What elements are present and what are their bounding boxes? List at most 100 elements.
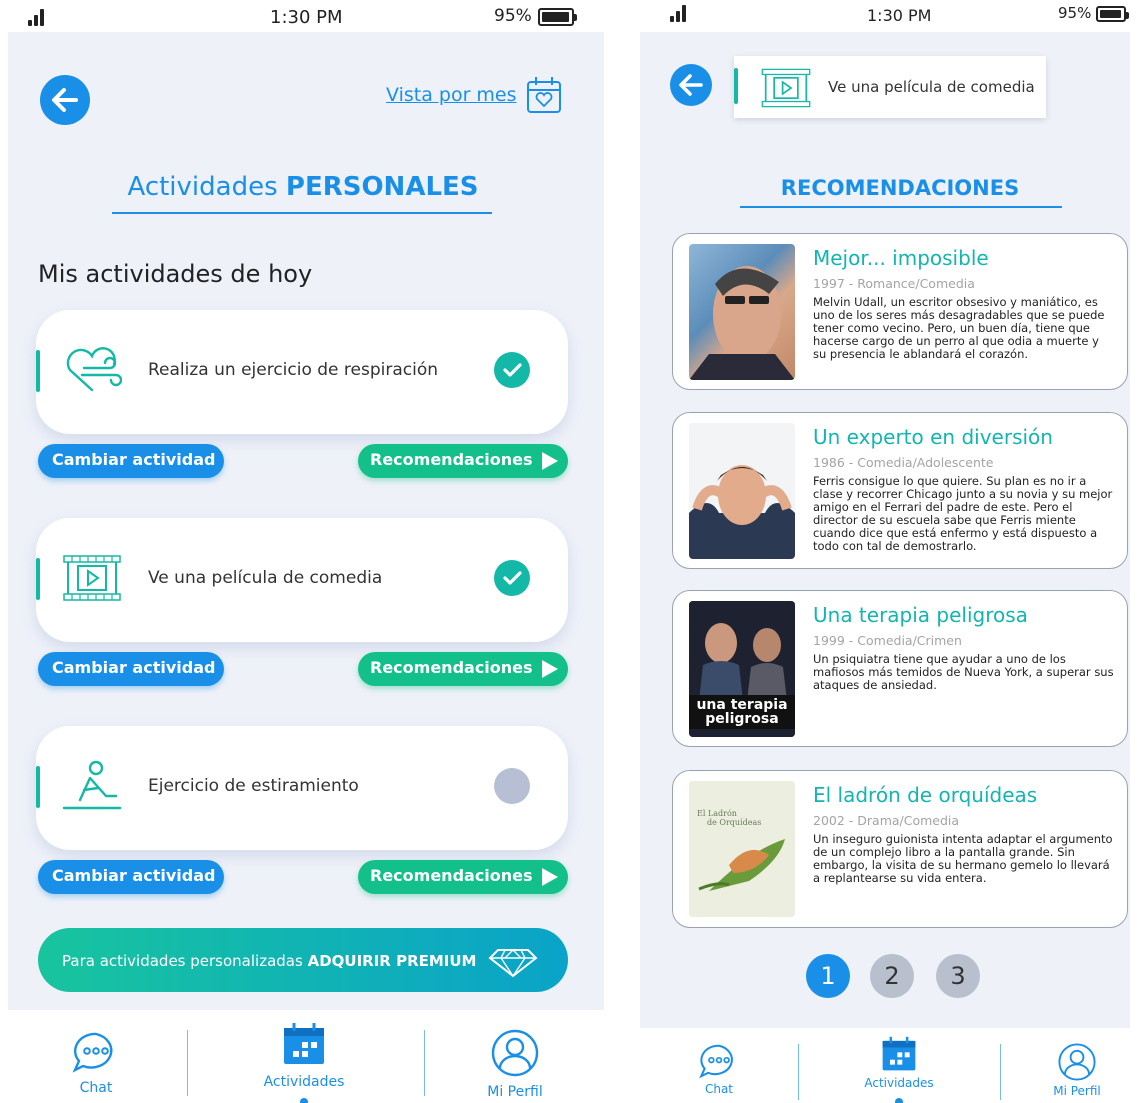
movie-card[interactable]: El Ladrón de Orquídeas El ladrón de orqu… [672, 770, 1128, 928]
card-accent [734, 68, 738, 104]
status-time: 1:30 PM [270, 7, 343, 28]
nav-profile[interactable]: Mi Perfil [1040, 1042, 1114, 1098]
battery-percent: 95% [494, 6, 532, 26]
activity-label: Realiza un ejercicio de respiración [148, 360, 439, 380]
current-activity-card: Ve una película de comedia [734, 56, 1046, 118]
status-time: 1:30 PM [867, 6, 932, 25]
movie-title: Un experto en diversión [813, 425, 1053, 449]
page-2-button[interactable]: 2 [870, 954, 914, 998]
signal-icon [670, 4, 694, 22]
recommendations-button[interactable]: Recomendaciones [358, 444, 568, 478]
nav-chat[interactable]: Chat [56, 1030, 136, 1096]
page-1-button[interactable]: 1 [806, 954, 850, 998]
recommendations-label: Recomendaciones [370, 866, 533, 885]
movie-card[interactable]: Un experto en diversión 1986 - Comedia/A… [672, 412, 1128, 569]
movie-poster [689, 244, 795, 380]
activity-card[interactable]: Ejercicio de estiramiento [36, 726, 568, 850]
activity-label: Ejercicio de estiramiento [148, 776, 359, 796]
status-bar: 1:30 PM 95% [632, 0, 1138, 32]
card-accent [36, 558, 40, 600]
title-underline [740, 206, 1062, 208]
page-title: RECOMENDACIONES [780, 176, 1020, 200]
nav-activities[interactable]: Actividades [854, 1036, 944, 1103]
status-bar: 1:30 PM 95% [0, 0, 614, 32]
change-activity-button[interactable]: Cambiar actividad [38, 652, 224, 686]
film-icon [63, 555, 121, 601]
poster-caption-line1: El Ladrón [697, 809, 737, 818]
nav-chat[interactable]: Chat [694, 1042, 744, 1096]
premium-cta: ADQUIRIR PREMIUM [307, 952, 477, 970]
nav-activities-label: Actividades [864, 1076, 934, 1090]
movie-title: El ladrón de orquídeas [813, 783, 1038, 807]
play-icon [542, 868, 558, 886]
change-activity-button[interactable]: Cambiar actividad [38, 860, 224, 894]
play-icon [542, 660, 558, 678]
recommendations-button[interactable]: Recomendaciones [358, 652, 568, 686]
month-view-link[interactable]: Vista por mes [386, 84, 517, 106]
movie-title: Mejor... imposible [813, 246, 989, 270]
poster-caption: una terapia peligrosa [689, 695, 795, 729]
movie-meta: 1986 - Comedia/Adolescente [813, 455, 994, 470]
nav-activities-label: Actividades [263, 1074, 345, 1090]
done-check-icon[interactable] [494, 560, 530, 596]
activities-screen: 1:30 PM 95% Vista por mes Actividades PE… [0, 0, 614, 1103]
nav-activities[interactable]: Actividades [256, 1022, 352, 1103]
movie-card[interactable]: una terapia peligrosa Una terapia peligr… [672, 590, 1128, 747]
signal-icon [28, 8, 52, 26]
nav-divider [798, 1044, 799, 1100]
premium-banner[interactable]: Para actividades personalizadas ADQUIRIR… [38, 928, 568, 992]
battery-icon [538, 8, 577, 26]
nav-chat-label: Chat [704, 1082, 734, 1096]
movie-description: Un psiquiatra tiene que ayudar a uno de … [813, 652, 1114, 692]
chat-icon [72, 1032, 113, 1073]
nav-profile[interactable]: Mi Perfil [470, 1028, 560, 1100]
pending-check-icon[interactable] [494, 768, 530, 804]
recommendations-screen: 1:30 PM 95% Ve una película de comedia R… [632, 0, 1138, 1103]
profile-icon [1058, 1043, 1096, 1081]
card-accent [36, 350, 40, 392]
movie-poster [689, 423, 795, 559]
stretch-icon [62, 760, 122, 810]
play-icon [542, 452, 558, 470]
movie-meta: 2002 - Drama/Comedia [813, 813, 960, 828]
calendar-icon [882, 1036, 916, 1071]
active-indicator [300, 1098, 308, 1103]
title-underline [112, 212, 492, 214]
profile-icon [491, 1029, 539, 1077]
active-indicator [895, 1098, 903, 1103]
poster-caption-line1: una terapia [696, 697, 788, 713]
diamond-icon [488, 949, 538, 978]
battery-icon [1096, 6, 1129, 22]
chat-icon [699, 1044, 733, 1079]
bottom-nav: Chat Actividades Mi Perfil [0, 1010, 614, 1103]
back-button[interactable] [40, 75, 90, 125]
nav-profile-label: Mi Perfil [487, 1084, 543, 1100]
movie-card[interactable]: Mejor... imposible 1997 - Romance/Comedi… [672, 233, 1128, 390]
poster-caption: El Ladrón de Orquídeas [697, 809, 761, 827]
movie-poster: El Ladrón de Orquídeas [689, 781, 795, 917]
poster-caption-line2: peligrosa [705, 711, 779, 727]
nav-chat-label: Chat [79, 1080, 113, 1096]
recommendations-button[interactable]: Recomendaciones [358, 860, 568, 894]
movie-description: Ferris consigue lo que quiere. Su plan e… [813, 474, 1113, 553]
activity-card[interactable]: Ve una película de comedia [36, 518, 568, 642]
bottom-nav: Chat Actividades Mi Perfil [632, 1028, 1138, 1103]
page-3-button[interactable]: 3 [936, 954, 980, 998]
movie-poster: una terapia peligrosa [689, 601, 795, 737]
film-icon [761, 68, 811, 108]
section-heading: Mis actividades de hoy [38, 260, 313, 288]
calendar-heart-icon[interactable] [526, 74, 562, 114]
poster-caption-line2: de Orquídeas [707, 818, 762, 827]
arrow-left-icon [52, 88, 78, 112]
activity-card[interactable]: Realiza un ejercicio de respiración [36, 310, 568, 434]
premium-text: Para actividades personalizadas [62, 952, 303, 970]
activity-label: Ve una película de comedia [148, 568, 383, 588]
done-check-icon[interactable] [494, 352, 530, 388]
main-content: Ve una película de comedia RECOMENDACION… [640, 32, 1130, 1028]
page-title: Actividades PERSONALES [108, 172, 498, 202]
activity-label: Ve una película de comedia [828, 78, 1035, 96]
movie-meta: 1999 - Comedia/Crimen [813, 633, 962, 648]
card-accent [36, 766, 40, 808]
change-activity-button[interactable]: Cambiar actividad [38, 444, 224, 478]
back-button[interactable] [670, 64, 712, 106]
